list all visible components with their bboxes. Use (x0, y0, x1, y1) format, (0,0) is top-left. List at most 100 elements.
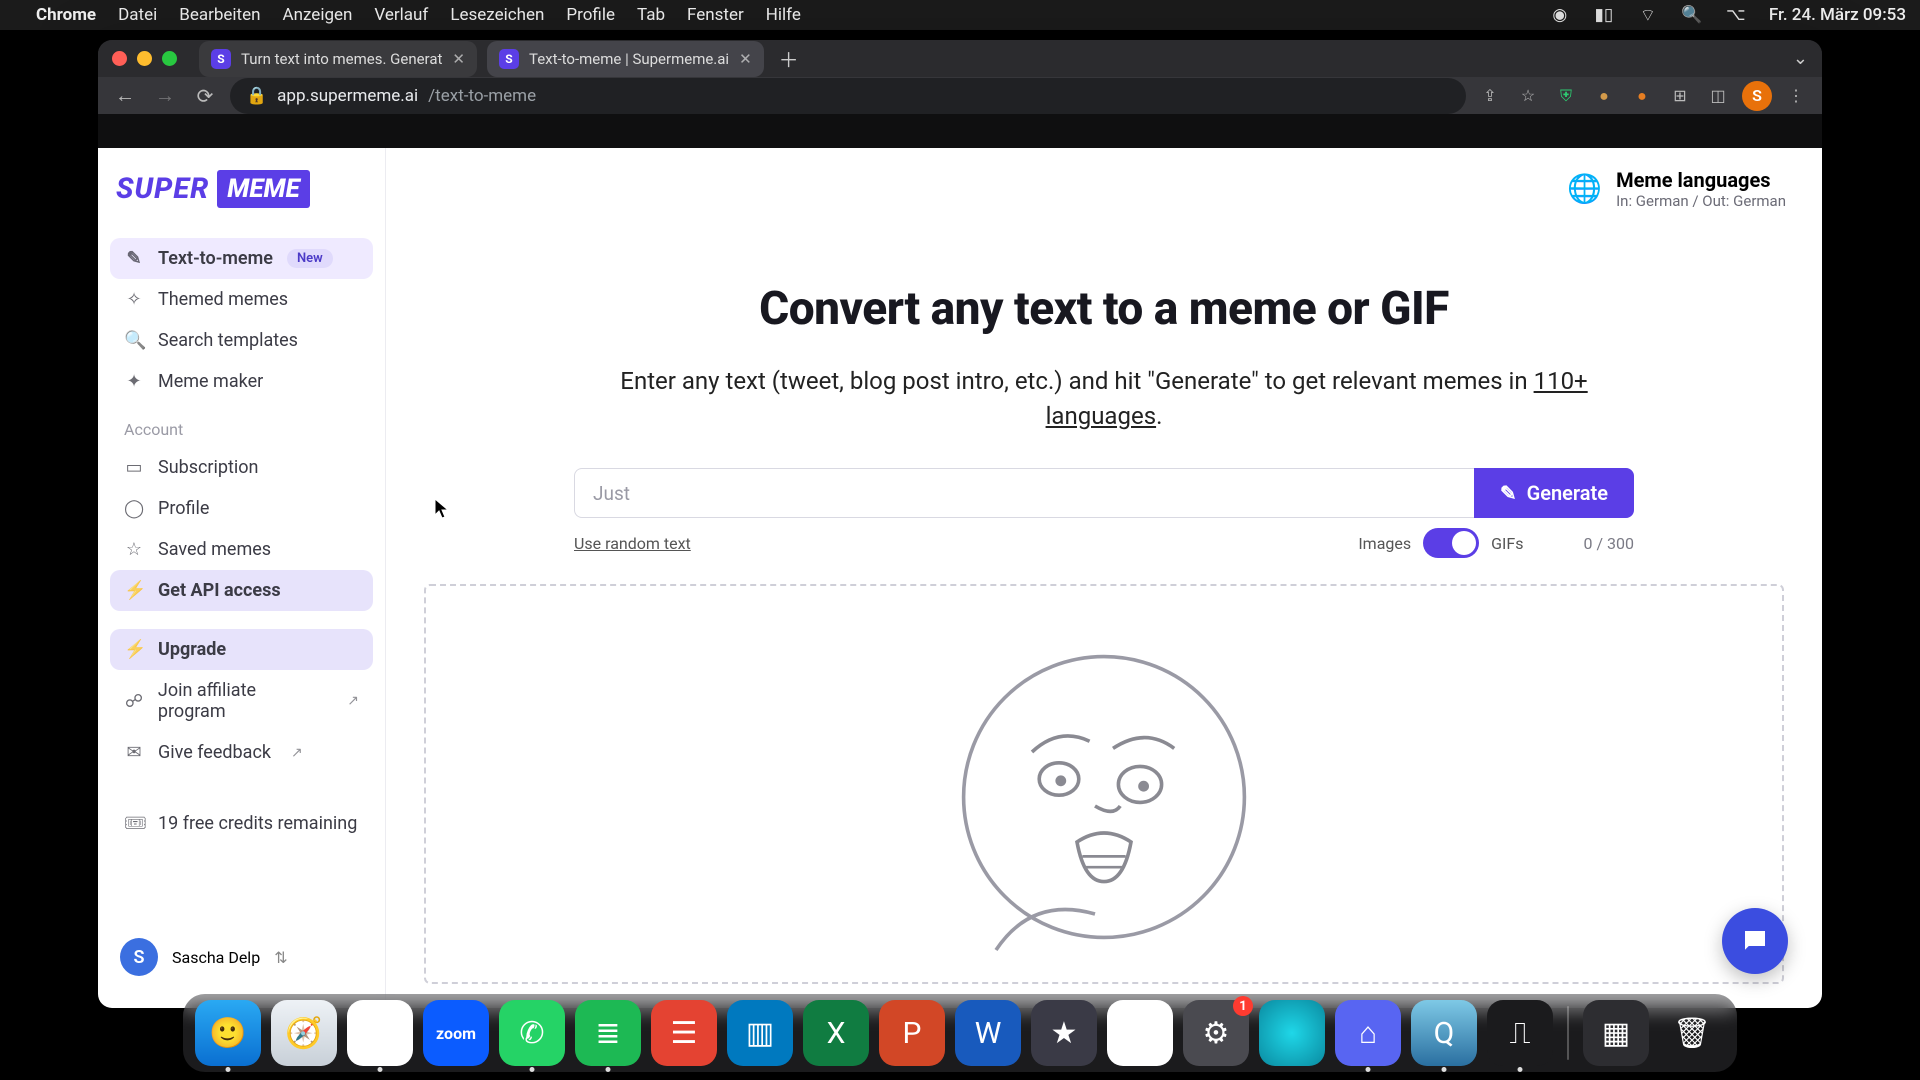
sidebar-item-affiliate[interactable]: ☍ Join affiliate program ↗ (110, 670, 373, 732)
share-icon[interactable]: ⇪ (1476, 82, 1504, 110)
account-section-label: Account (110, 402, 373, 447)
tab-2[interactable]: S Text-to-meme | Supermeme.ai ✕ (487, 41, 764, 77)
profile-avatar[interactable]: S (1742, 81, 1772, 111)
menu-hilfe[interactable]: Hilfe (766, 5, 801, 25)
dock-mission[interactable]: ▦ (1583, 1000, 1649, 1066)
meme-canvas (424, 584, 1784, 984)
menubar-clock[interactable]: Fr. 24. März 09:53 (1769, 5, 1906, 25)
external-link-icon: ↗ (347, 693, 359, 709)
user-menu[interactable]: S Sascha Delp ⇅ (110, 926, 373, 988)
dock-excel[interactable]: X (803, 1000, 869, 1066)
tabs-overflow-icon[interactable]: ⌄ (1793, 48, 1808, 69)
control-center-icon[interactable]: ⌥ (1725, 4, 1747, 26)
sidebar-item-maker[interactable]: ✦ Meme maker (110, 361, 373, 402)
dock-settings[interactable]: ⚙1 (1183, 1000, 1249, 1066)
tab-title: Text-to-meme | Supermeme.ai (529, 50, 729, 68)
dock-drive[interactable]: ▲ (1107, 1000, 1173, 1066)
sidebar: SUPER MEME ✎ Text-to-meme New ✧ Themed m… (98, 148, 386, 1008)
language-title: Meme languages (1616, 168, 1786, 192)
sidebar-item-label: Meme maker (158, 371, 263, 392)
dock-quicktime[interactable]: Q (1411, 1000, 1477, 1066)
back-button[interactable]: ← (110, 81, 140, 111)
dock-spotify[interactable]: ≣ (575, 1000, 641, 1066)
toggle-right-label: GIFs (1491, 534, 1523, 553)
close-window-icon[interactable] (112, 51, 127, 66)
shield-ext-icon[interactable]: ⛨ (1552, 82, 1580, 110)
bookmark-icon[interactable]: ☆ (1514, 82, 1542, 110)
dock-imovie[interactable]: ★ (1031, 1000, 1097, 1066)
dock-trash[interactable]: 🗑 (1659, 1000, 1725, 1066)
screenrec-icon[interactable]: ◉ (1549, 4, 1571, 26)
bolt-icon: ⚡ (124, 580, 144, 601)
dock-siri[interactable] (1259, 1000, 1325, 1066)
sidebar-item-saved[interactable]: ☆ Saved memes (110, 529, 373, 570)
dock-powerpoint[interactable]: P (879, 1000, 945, 1066)
search-icon[interactable]: 🔍 (1681, 4, 1703, 26)
external-link-icon: ↗ (291, 745, 303, 761)
menu-profile[interactable]: Profile (566, 5, 615, 25)
extension-icon[interactable]: ● (1590, 82, 1618, 110)
language-selector[interactable]: 🌐 Meme languages In: German / Out: Germa… (1567, 168, 1786, 210)
fullscreen-window-icon[interactable] (162, 51, 177, 66)
text-input[interactable] (574, 468, 1474, 518)
wifi-icon[interactable]: ⌔ (1637, 4, 1659, 26)
generate-button[interactable]: ✎ Generate (1474, 468, 1634, 518)
logo[interactable]: SUPER MEME (116, 170, 367, 208)
sparkle-icon: ✧ (124, 289, 144, 310)
dock-discord[interactable]: ⌂ (1335, 1000, 1401, 1066)
random-text-link[interactable]: Use random text (574, 534, 691, 553)
sidebar-item-upgrade[interactable]: ⚡ Upgrade (110, 629, 373, 670)
card-icon: ▭ (124, 457, 144, 478)
chrome-menu-icon[interactable]: ⋮ (1782, 82, 1810, 110)
sidebar-item-text-to-meme[interactable]: ✎ Text-to-meme New (110, 238, 373, 279)
dock-trello[interactable]: ▥ (727, 1000, 793, 1066)
dock-todoist[interactable]: ☰ (651, 1000, 717, 1066)
new-tab-button[interactable]: ＋ (774, 44, 804, 74)
window-traffic-lights[interactable] (112, 51, 177, 66)
sidebar-item-feedback[interactable]: ✉ Give feedback ↗ (110, 732, 373, 773)
sidebar-item-search[interactable]: 🔍 Search templates (110, 320, 373, 361)
menubar-appname[interactable]: Chrome (36, 5, 96, 25)
extension2-icon[interactable]: ● (1628, 82, 1656, 110)
chrome-window: S Turn text into memes. Generat ✕ S Text… (98, 40, 1822, 1008)
dock-safari[interactable]: 🧭 (271, 1000, 337, 1066)
sidebar-item-themed[interactable]: ✧ Themed memes (110, 279, 373, 320)
close-tab-icon[interactable]: ✕ (739, 50, 752, 68)
dock-chrome[interactable]: ◉ (347, 1000, 413, 1066)
dock-finder[interactable]: 🙂 (195, 1000, 261, 1066)
dock-word[interactable]: W (955, 1000, 1021, 1066)
menu-anzeigen[interactable]: Anzeigen (283, 5, 353, 25)
dock-zoom[interactable]: zoom (423, 1000, 489, 1066)
viewport: SUPER MEME ✎ Text-to-meme New ✧ Themed m… (98, 114, 1822, 1008)
mouse-cursor (434, 498, 450, 520)
dock-voice[interactable]: ⎍ (1487, 1000, 1553, 1066)
close-tab-icon[interactable]: ✕ (452, 50, 465, 68)
dock-whatsapp[interactable]: ✆ (499, 1000, 565, 1066)
menu-verlauf[interactable]: Verlauf (374, 5, 428, 25)
wand-icon: ✎ (1500, 481, 1517, 505)
battery-icon[interactable]: ▮▯ (1593, 4, 1615, 26)
controls-row: Use random text Images GIFs 0 / 300 (574, 528, 1634, 558)
chat-icon: ✉ (124, 742, 144, 763)
omnibox[interactable]: 🔒 app.supermeme.ai/text-to-meme (230, 78, 1466, 114)
menu-fenster[interactable]: Fenster (687, 5, 744, 25)
forward-button[interactable]: → (150, 81, 180, 111)
images-gifs-toggle[interactable] (1423, 528, 1479, 558)
sidebar-item-label: Saved memes (158, 539, 271, 560)
sidebar-item-api[interactable]: ⚡ Get API access (110, 570, 373, 611)
chat-fab[interactable] (1722, 908, 1788, 974)
tab-1[interactable]: S Turn text into memes. Generat ✕ (199, 41, 477, 77)
sidebar-item-label: Join affiliate program (158, 680, 327, 722)
sidebar-item-subscription[interactable]: ▭ Subscription (110, 447, 373, 488)
dock: 🙂🧭◉zoom✆≣☰▥XPW★▲⚙1 ⌂Q⎍ ▦🗑 (183, 994, 1737, 1072)
menu-tab[interactable]: Tab (637, 5, 665, 25)
sidepanel-icon[interactable]: ◫ (1704, 82, 1732, 110)
minimize-window-icon[interactable] (137, 51, 152, 66)
menu-lesezeichen[interactable]: Lesezeichen (450, 5, 544, 25)
sidebar-item-profile[interactable]: ◯ Profile (110, 488, 373, 529)
menu-datei[interactable]: Datei (118, 5, 157, 25)
address-bar: ← → ⟳ 🔒 app.supermeme.ai/text-to-meme ⇪ … (98, 77, 1822, 114)
extensions-puzzle-icon[interactable]: ⊞ (1666, 82, 1694, 110)
reload-button[interactable]: ⟳ (190, 81, 220, 111)
menu-bearbeiten[interactable]: Bearbeiten (179, 5, 260, 25)
